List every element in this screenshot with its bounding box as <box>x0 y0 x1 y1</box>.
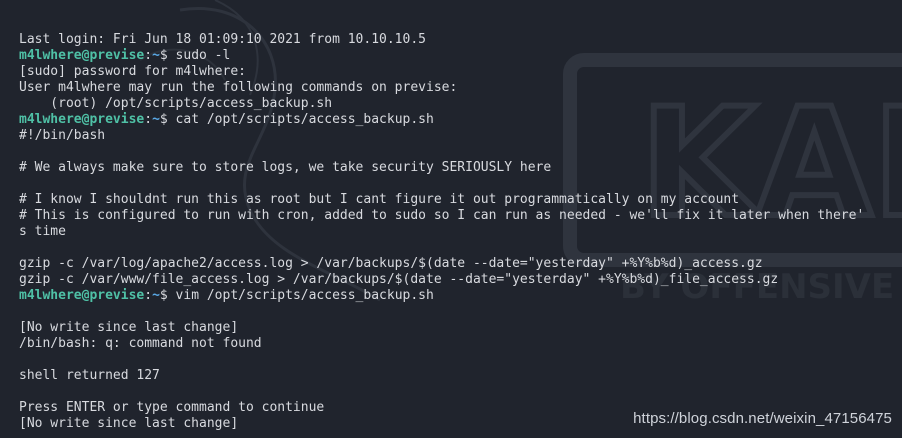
prompt-line: m4lwhere@previse:~$ vim /opt/scripts/acc… <box>19 288 899 304</box>
output-line: Last login: Fri Jun 18 01:09:10 2021 fro… <box>19 32 426 47</box>
prompt-line: m4lwhere@previse:~$ cat /opt/scripts/acc… <box>19 112 899 128</box>
prompt-separator: : <box>144 288 153 303</box>
output-line: gzip -c /var/log/apache2/access.log > /v… <box>19 256 763 271</box>
output-line: #!/bin/bash <box>19 128 106 143</box>
output-line: /bin/bash: q: command not found <box>19 336 262 351</box>
output-line: # This is configured to run with cron, a… <box>19 208 865 223</box>
prompt-symbol: $ <box>159 112 176 127</box>
csdn-watermark: https://blog.csdn.net/weixin_47156475 <box>633 410 892 427</box>
prompt-path: ~ <box>152 288 160 303</box>
prompt-path: ~ <box>152 48 160 63</box>
output-line: # I know I shouldnt run this as root but… <box>19 192 740 207</box>
command-text: vim /opt/scripts/access_backup.sh <box>175 288 434 303</box>
prompt-user-host: m4lwhere@previse <box>19 288 145 303</box>
command-text: sudo -l <box>175 48 231 63</box>
output-line: s time <box>19 224 66 239</box>
prompt-symbol: $ <box>159 288 176 303</box>
prompt-user-host: m4lwhere@previse <box>19 112 145 127</box>
output-line: shell returned 127 <box>19 368 160 383</box>
prompt-separator: : <box>144 112 153 127</box>
output-line: # We always make sure to store logs, we … <box>19 160 552 175</box>
prompt-line: m4lwhere@previse:~$ sudo -l <box>19 48 899 64</box>
prompt-separator: : <box>144 48 153 63</box>
output-line: [No write since last change] <box>19 320 239 335</box>
prompt-symbol: $ <box>159 48 176 63</box>
terminal-output[interactable]: Last login: Fri Jun 18 01:09:10 2021 fro… <box>19 32 899 432</box>
command-text: cat /opt/scripts/access_backup.sh <box>175 112 434 127</box>
terminal-window[interactable]: KALI BY OFFENSIVE SECURITY Last login: F… <box>0 0 902 438</box>
output-line: [sudo] password for m4lwhere: <box>19 64 246 79</box>
prompt-user-host: m4lwhere@previse <box>19 48 145 63</box>
output-line: (root) /opt/scripts/access_backup.sh <box>19 96 333 111</box>
output-line: User m4lwhere may run the following comm… <box>19 80 458 95</box>
output-line: gzip -c /var/www/file_access.log > /var/… <box>19 272 779 287</box>
prompt-path: ~ <box>152 112 160 127</box>
